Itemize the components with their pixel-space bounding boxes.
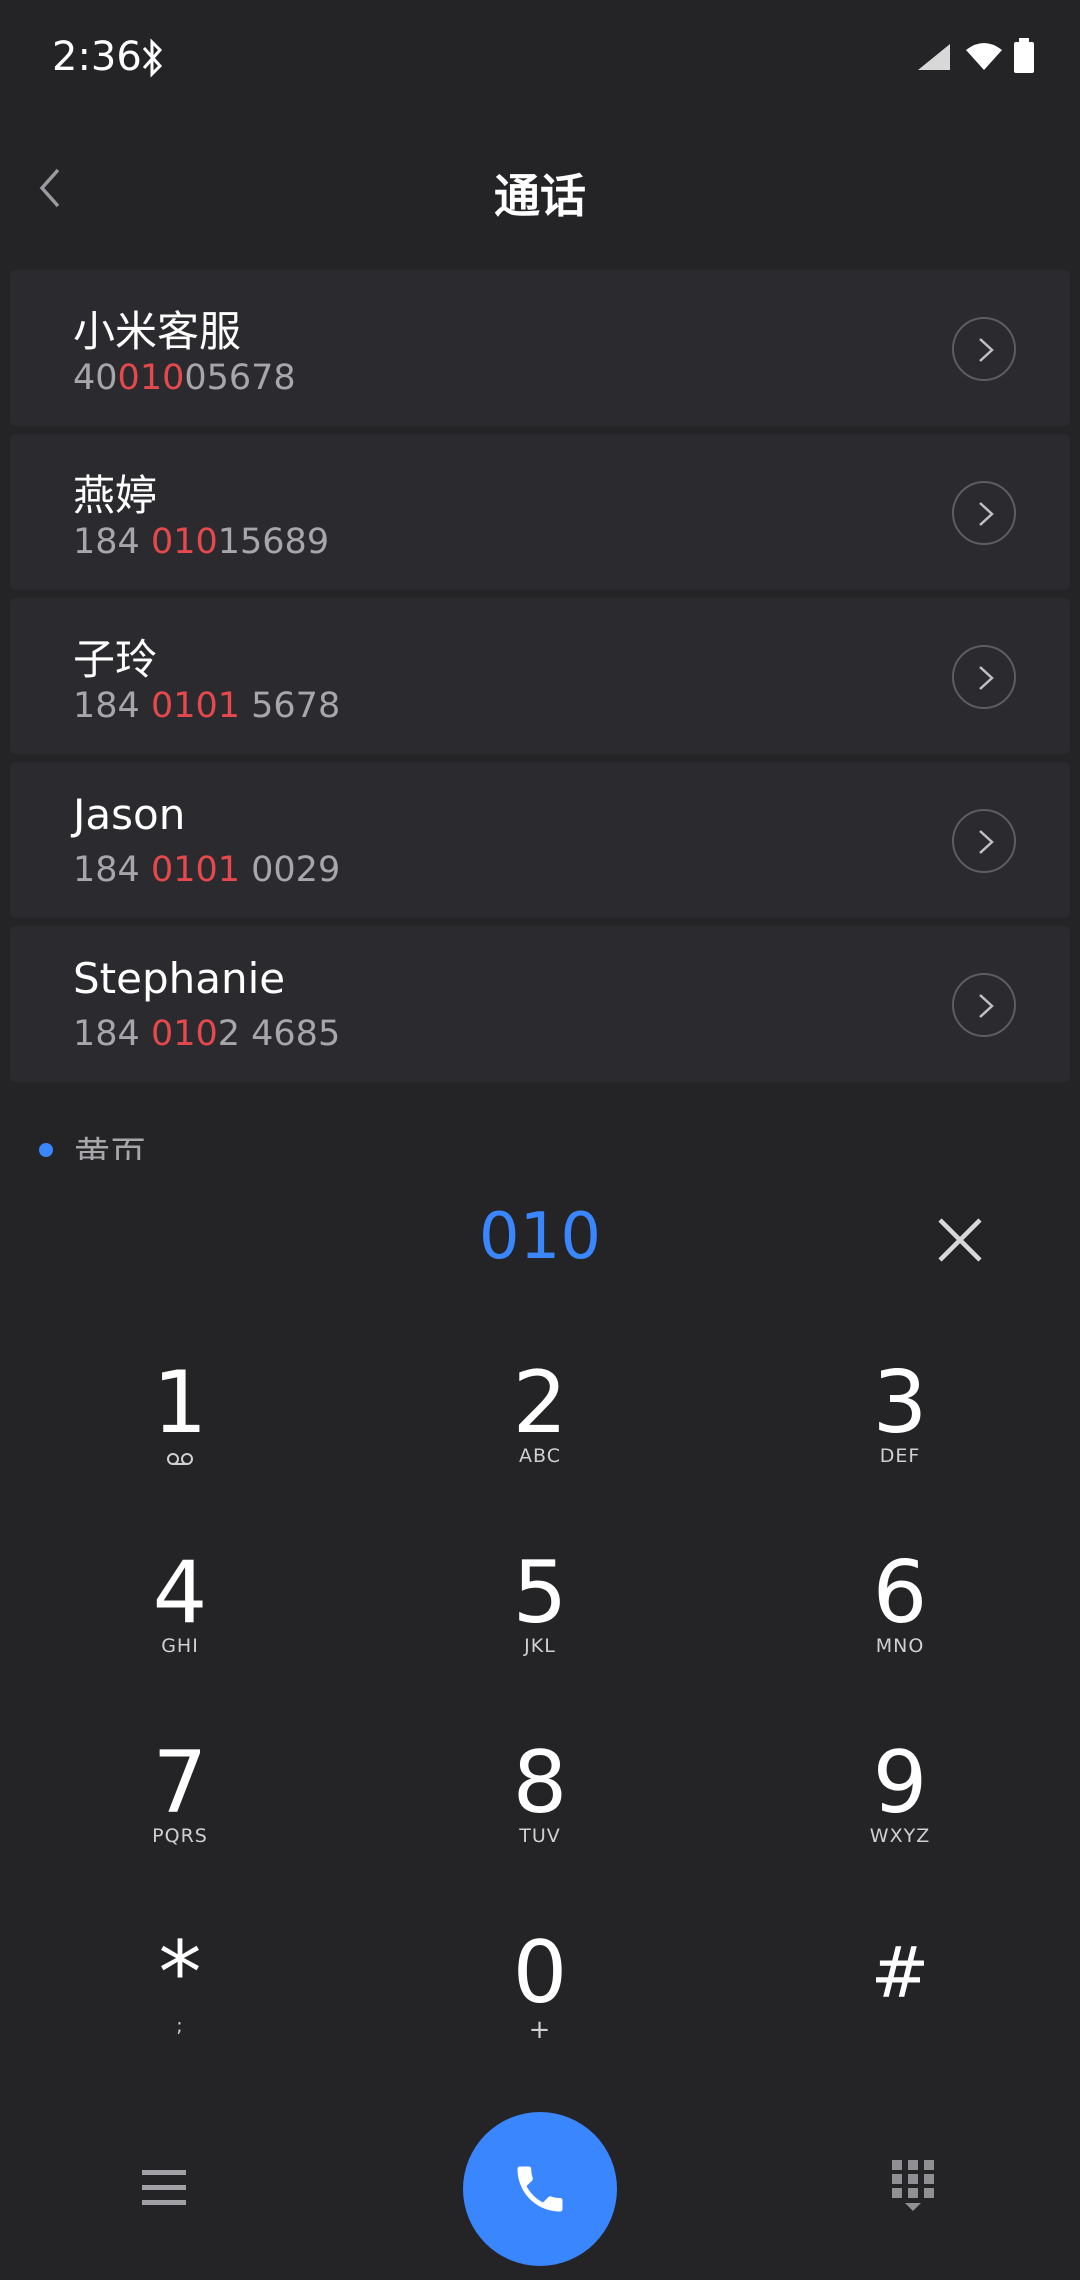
section-label: 黄页 <box>74 1135 147 1160</box>
page-title: 通话 <box>494 169 586 223</box>
key-letters: ; <box>176 2015 184 2037</box>
key-digit: # <box>870 1932 930 2014</box>
bottom-bar <box>0 2100 1080 2280</box>
key-8[interactable]: 8 TUV <box>440 1735 640 1885</box>
key-letters: + <box>528 2015 552 2045</box>
dialpad-icon <box>892 2160 934 2211</box>
menu-icon <box>142 2170 186 2205</box>
key-7[interactable]: 7 PQRS <box>80 1735 280 1885</box>
key-4[interactable]: 4 GHI <box>80 1545 280 1695</box>
contact-name: 子玲 <box>73 635 158 684</box>
key-letters: PQRS <box>152 1825 208 1847</box>
contact-detail-button[interactable] <box>952 809 1016 873</box>
contact-name: Stephanie <box>73 954 286 1003</box>
key-digit: 4 <box>152 1543 208 1643</box>
dialed-number: 010 <box>478 1200 602 1274</box>
key-digit: * <box>158 1923 202 2023</box>
key-letters: JKL <box>524 1635 556 1657</box>
voicemail-icon <box>167 1453 193 1465</box>
key-letters: GHI <box>161 1635 199 1657</box>
wifi-icon <box>966 43 1002 70</box>
key-letters: WXYZ <box>869 1825 931 1847</box>
chevron-right-icon <box>979 994 994 1018</box>
contact-number: 184 0101 0029 <box>73 850 341 890</box>
section-dot <box>39 1143 53 1157</box>
key-6[interactable]: 6 MNO <box>800 1545 1000 1695</box>
phone-icon <box>517 2166 563 2212</box>
contact-detail-button[interactable] <box>952 481 1016 545</box>
key-digit: 5 <box>512 1543 568 1643</box>
key-9[interactable]: 9 WXYZ <box>800 1735 1000 1885</box>
contact-row[interactable]: Jason 184 0101 0029 <box>10 762 1070 918</box>
status-time: 2:36 <box>52 34 142 80</box>
chevron-right-icon <box>979 502 994 526</box>
key-letters: DEF <box>879 1445 921 1467</box>
contact-row[interactable]: 子玲 184 0101 5678 <box>10 598 1070 754</box>
key-letters: MNO <box>875 1635 925 1657</box>
key-digit: 0 <box>512 1923 568 2023</box>
key-digit: 2 <box>512 1353 568 1453</box>
key-digit: 8 <box>512 1733 568 1833</box>
contact-name: 燕婷 <box>73 471 158 520</box>
clear-button[interactable] <box>930 1210 990 1270</box>
key-digit: 7 <box>152 1733 208 1833</box>
key-digit: 9 <box>872 1733 928 1833</box>
contact-row[interactable]: 小米客服 4001005678 <box>10 270 1070 426</box>
header: 通话 <box>0 140 1080 240</box>
key-5[interactable]: 5 JKL <box>440 1545 640 1695</box>
contact-list: 小米客服 4001005678 燕婷 184 01015689 子玲 184 0… <box>10 270 1070 1090</box>
close-icon <box>938 1218 982 1262</box>
signal-icon <box>918 44 950 70</box>
contact-number: 184 0101 5678 <box>73 686 341 726</box>
key-3[interactable]: 3 DEF <box>800 1355 1000 1505</box>
key-letters: TUV <box>519 1825 561 1847</box>
chevron-right-icon <box>979 338 994 362</box>
contact-name: 小米客服 <box>73 307 242 356</box>
key-digit: 6 <box>872 1543 928 1643</box>
contact-number: 4001005678 <box>73 358 296 398</box>
call-button[interactable] <box>463 2112 617 2266</box>
key-digit: 3 <box>872 1353 928 1453</box>
bluetooth-icon <box>142 38 163 78</box>
key-1[interactable]: 1 <box>80 1355 280 1505</box>
key-letters: ABC <box>519 1445 561 1467</box>
key-star[interactable]: * ; <box>80 1925 280 2075</box>
key-digit: 1 <box>152 1353 208 1453</box>
menu-button[interactable] <box>140 2168 188 2212</box>
chevron-right-icon <box>979 830 994 854</box>
contact-detail-button[interactable] <box>952 645 1016 709</box>
contact-row[interactable]: Stephanie 184 0102 4685 <box>10 926 1070 1082</box>
contact-number: 184 01015689 <box>73 522 330 562</box>
key-0[interactable]: 0 + <box>440 1925 640 2075</box>
keypad-toggle-button[interactable] <box>890 2158 936 2218</box>
contact-row[interactable]: 燕婷 184 01015689 <box>10 434 1070 590</box>
contact-detail-button[interactable] <box>952 973 1016 1037</box>
contact-detail-button[interactable] <box>952 317 1016 381</box>
status-bar: 2:36 <box>0 0 1080 120</box>
chevron-right-icon <box>979 666 994 690</box>
key-hash[interactable]: # <box>800 1925 1000 2075</box>
contact-number: 184 0102 4685 <box>73 1014 341 1054</box>
battery-icon <box>1014 38 1034 73</box>
contact-name: Jason <box>73 790 186 839</box>
key-2[interactable]: 2 ABC <box>440 1355 640 1505</box>
